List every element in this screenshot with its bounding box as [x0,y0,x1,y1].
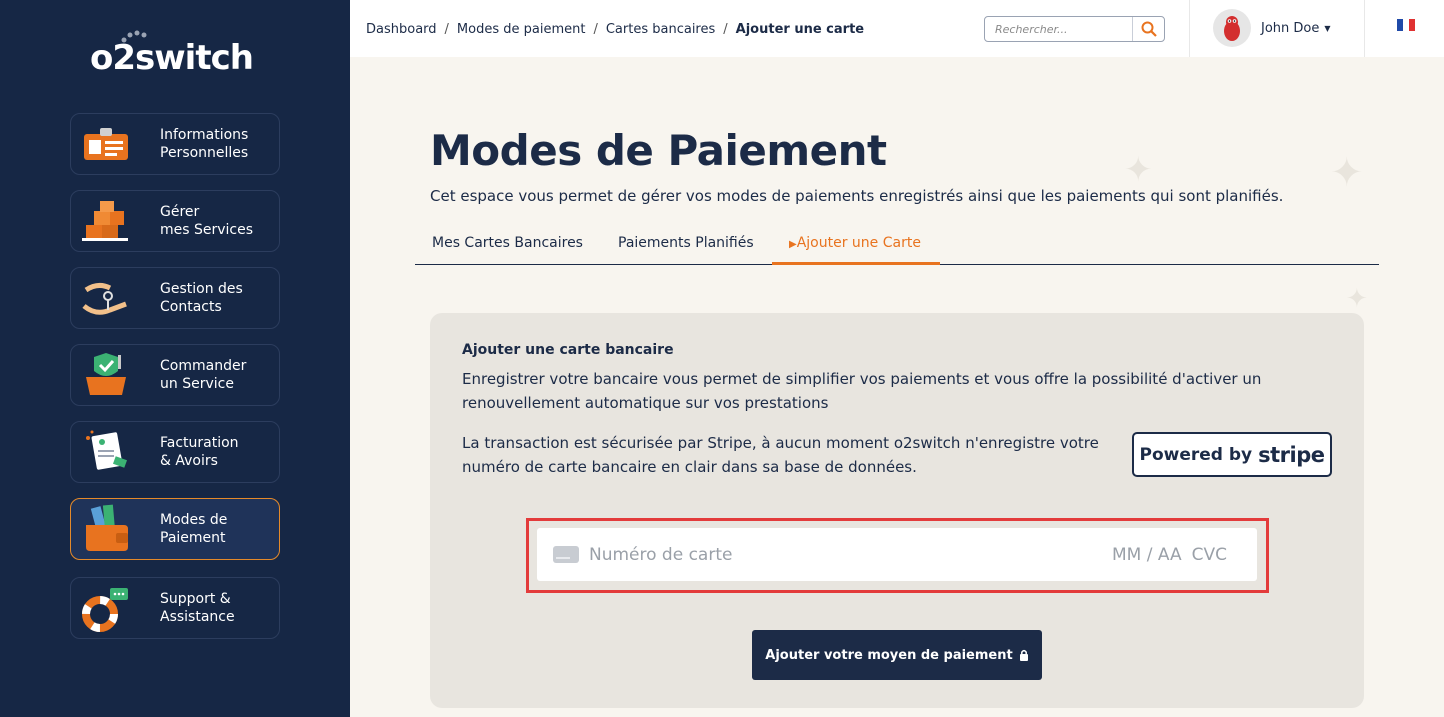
search-button[interactable] [1132,17,1164,41]
sidebar-item-label: Informations Personnelles [160,127,249,161]
panel-description: Enregistrer votre bancaire vous permet d… [462,370,1262,412]
expiry-input[interactable]: MM / AA [1112,545,1182,565]
breadcrumb-separator: / [723,22,728,37]
french-flag-icon[interactable] [1397,19,1415,31]
handshake-keys-icon [71,270,141,326]
sidebar-item-commander-service[interactable]: Commander un Service [70,344,280,406]
boxes-icon [71,193,141,249]
page-title: Modes de Paiement [430,126,887,175]
search-box [984,16,1165,42]
active-tab-indicator [772,262,940,265]
sparkle-decoration: ✦ [1124,150,1153,190]
breadcrumb-dashboard[interactable]: Dashboard [366,22,437,37]
sidebar-item-label: Modes de Paiement [160,512,228,546]
sidebar-item-modes-paiement[interactable]: Modes de Paiement [70,498,280,560]
invoice-icon [71,424,141,480]
breadcrumb-separator: / [444,22,449,37]
tab-label: Ajouter une Carte [796,235,921,251]
sidebar-item-label: Commander un Service [160,358,247,392]
mascot-icon [1224,16,1240,41]
panel-title: Ajouter une carte bancaire [462,342,674,358]
submit-label: Ajouter votre moyen de paiement [765,647,1013,663]
lifebuoy-icon [71,580,141,636]
o2switch-logo[interactable]: o2switch [90,38,254,78]
sidebar-item-label: Gérer mes Services [160,204,254,238]
caret-right-icon: ▶ [789,239,797,250]
top-bar: Dashboard / Modes de paiement / Cartes b… [350,0,1444,57]
add-payment-method-button[interactable]: Ajouter votre moyen de paiement [752,630,1042,680]
breadcrumb-current: Ajouter une carte [735,22,865,37]
wallet-icon [71,501,141,557]
security-notice: La transaction est sécurisée par Stripe,… [462,434,1099,476]
sidebar-item-facturation-avoirs[interactable]: Facturation & Avoirs [70,421,280,483]
page-subtitle: Cet espace vous permet de gérer vos mode… [430,187,1284,205]
sparkle-decoration: ✦ [1330,150,1364,196]
tab-ajouter-une-carte[interactable]: ▶Ajouter une Carte [789,235,921,251]
logo-dots-icon [121,30,147,43]
powered-by-stripe-badge[interactable]: Powered by stripe [1132,432,1332,477]
sidebar-item-informations-personnelles[interactable]: Informations Personnelles [70,113,280,175]
sidebar-item-support-assistance[interactable]: Support & Assistance [70,577,280,639]
chevron-down-icon: ▼ [1324,23,1331,33]
cvc-input[interactable]: CVC [1192,545,1227,565]
credit-card-icon [553,546,579,563]
card-number-input[interactable]: Numéro de carte [589,545,1112,565]
user-name: John Doe [1261,20,1320,36]
sidebar-item-label: Support & Assistance [160,591,235,625]
avatar [1213,9,1251,47]
id-card-icon [71,116,141,172]
stripe-powered-label: Powered by [1139,444,1253,465]
sidebar-item-label: Facturation & Avoirs [160,435,239,469]
sidebar: o2switch Informations Personnelles Gérer… [0,0,350,717]
sidebar-item-gestion-contacts[interactable]: Gestion des Contacts [70,267,280,329]
sidebar-item-label: Gestion des Contacts [160,281,243,315]
sparkle-decoration: ✦ [1346,284,1368,314]
user-menu[interactable]: John Doe ▼ [1213,9,1331,47]
lock-icon [1019,649,1028,661]
tab-mes-cartes-bancaires[interactable]: Mes Cartes Bancaires [432,235,583,251]
breadcrumb-modes-paiement[interactable]: Modes de paiement [457,22,586,37]
divider [1364,0,1365,57]
breadcrumb: Dashboard / Modes de paiement / Cartes b… [366,22,864,37]
add-card-panel: Ajouter une carte bancaire Enregistrer v… [430,313,1364,708]
card-input-field[interactable]: Numéro de carte MM / AA CVC [537,528,1257,581]
breadcrumb-separator: / [593,22,598,37]
search-icon [1141,21,1157,37]
breadcrumb-cartes-bancaires[interactable]: Cartes bancaires [606,22,715,37]
tab-paiements-planifies[interactable]: Paiements Planifiés [618,235,754,251]
tabs: Mes Cartes Bancaires Paiements Planifiés… [415,222,1379,265]
divider [1189,0,1190,57]
search-input[interactable] [985,17,1125,41]
shopping-basket-icon [71,347,141,403]
sidebar-item-gerer-services[interactable]: Gérer mes Services [70,190,280,252]
stripe-logo: stripe [1258,442,1325,467]
